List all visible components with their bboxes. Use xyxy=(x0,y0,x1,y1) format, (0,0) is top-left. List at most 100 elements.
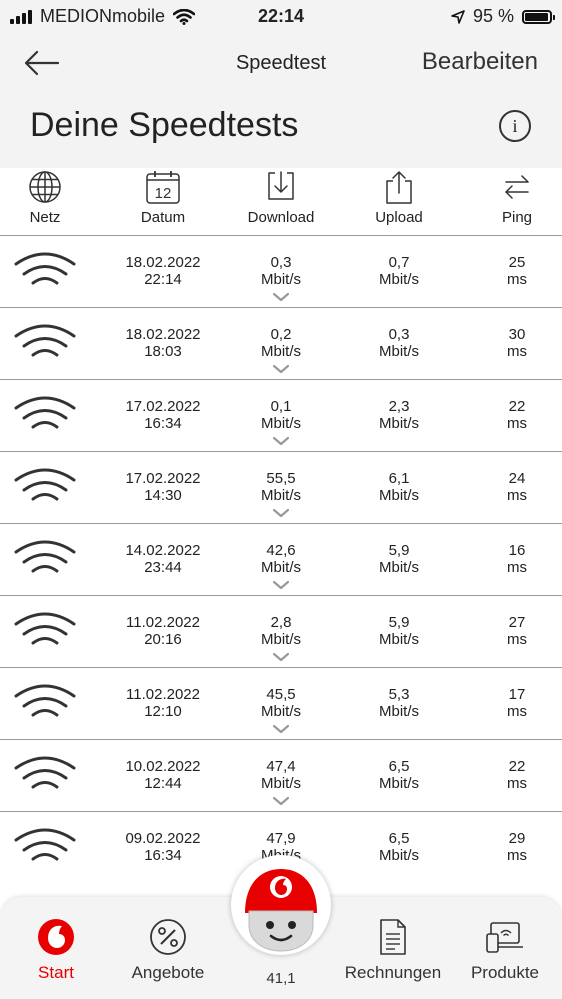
date-cell: 18.02.2022 22:14 xyxy=(108,254,218,288)
download-value: 47,4 xyxy=(266,758,296,775)
info-icon[interactable]: i xyxy=(499,110,531,142)
download-value: 0,2 xyxy=(270,326,292,343)
ping-unit: ms xyxy=(507,271,527,288)
download-unit: Mbit/s xyxy=(260,343,301,360)
ping-unit: ms xyxy=(507,631,527,648)
tab-label-start: Start xyxy=(38,963,74,982)
status-bar: MEDIONmobile 22:14 95 % xyxy=(0,0,562,34)
wifi-cell xyxy=(14,538,76,587)
speedtest-row[interactable]: 18.02.2022 18:03 0,2 Mbit/s 0,3 Mbit/s 30 ms xyxy=(0,307,562,379)
column-download: Download xyxy=(225,168,337,226)
upload-icon xyxy=(386,171,412,204)
chevron-down-icon[interactable] xyxy=(272,436,290,446)
upload-cell: 6,5 Mbit/s xyxy=(343,830,455,864)
time-value: 16:34 xyxy=(144,847,182,864)
download-unit: Mbit/s xyxy=(260,703,301,720)
chevron-down-icon[interactable] xyxy=(272,796,290,806)
column-label-upload: Upload xyxy=(375,209,423,226)
download-cell: 0,3 Mbit/s xyxy=(225,254,337,288)
status-right: 95 % xyxy=(451,6,555,27)
time-value: 12:44 xyxy=(144,775,182,792)
ping-value: 17 xyxy=(508,686,526,703)
column-date: 12 Datum xyxy=(107,168,219,226)
upload-value: 5,9 xyxy=(388,614,410,631)
chevron-down-icon[interactable] xyxy=(272,580,290,590)
chevron-down-icon[interactable] xyxy=(272,364,290,374)
upload-cell: 0,7 Mbit/s xyxy=(343,254,455,288)
mascot-icon xyxy=(245,869,317,952)
speedtest-mascot-button[interactable] xyxy=(231,855,331,955)
speedtest-row[interactable]: 11.02.2022 12:10 45,5 Mbit/s 5,3 Mbit/s 17 ms xyxy=(0,667,562,739)
download-value: 2,8 xyxy=(270,614,292,631)
wifi-cell xyxy=(14,826,76,875)
ping-cell: 24 ms xyxy=(461,470,562,504)
upload-unit: Mbit/s xyxy=(378,775,419,792)
date-value: 10.02.2022 xyxy=(125,758,201,775)
column-label-network: Netz xyxy=(29,209,61,226)
date-value: 09.02.2022 xyxy=(125,830,201,847)
wifi-cell xyxy=(14,754,76,803)
ping-value: 29 xyxy=(508,830,526,847)
speedtest-row[interactable]: 18.02.2022 22:14 0,3 Mbit/s 0,7 Mbit/s 25 ms xyxy=(0,235,562,307)
wifi-icon xyxy=(14,324,76,357)
wifi-cell xyxy=(14,682,76,731)
header: Speedtest Bearbeiten Deine Speedtests i xyxy=(0,34,562,168)
ping-value: 22 xyxy=(508,758,526,775)
download-unit: Mbit/s xyxy=(260,487,301,504)
upload-unit: Mbit/s xyxy=(378,703,419,720)
edit-button[interactable]: Bearbeiten xyxy=(422,48,538,76)
speedtest-row[interactable]: 11.02.2022 20:16 2,8 Mbit/s 5,9 Mbit/s 27 ms xyxy=(0,595,562,667)
ping-unit: ms xyxy=(507,415,527,432)
download-value: 55,5 xyxy=(266,470,296,487)
chevron-down-icon[interactable] xyxy=(272,508,290,518)
date-cell: 09.02.2022 16:34 xyxy=(108,830,218,864)
column-network: Netz xyxy=(0,168,101,226)
chevron-down-icon[interactable] xyxy=(272,652,290,662)
wifi-cell xyxy=(14,394,76,443)
upload-value: 0,7 xyxy=(388,254,410,271)
speedtest-row[interactable]: 14.02.2022 23:44 42,6 Mbit/s 5,9 Mbit/s 16 ms xyxy=(0,523,562,595)
upload-unit: Mbit/s xyxy=(378,343,419,360)
download-value: 47,9 xyxy=(266,830,296,847)
battery-percent: 95 % xyxy=(472,6,514,26)
vodafone-logo-icon xyxy=(38,919,74,955)
download-cell: 0,1 Mbit/s xyxy=(225,398,337,432)
speedtest-row[interactable]: 17.02.2022 14:30 55,5 Mbit/s 6,1 Mbit/s 24 ms xyxy=(0,451,562,523)
tab-products[interactable]: Produkte xyxy=(449,917,561,983)
upload-cell: 6,1 Mbit/s xyxy=(343,470,455,504)
chevron-down-icon[interactable] xyxy=(272,724,290,734)
ping-cell: 17 ms xyxy=(461,686,562,720)
speedtest-row[interactable]: 10.02.2022 12:44 47,4 Mbit/s 6,5 Mbit/s 22 ms xyxy=(0,739,562,811)
date-cell: 17.02.2022 16:34 xyxy=(108,398,218,432)
upload-value: 5,3 xyxy=(388,686,410,703)
upload-cell: 5,9 Mbit/s xyxy=(343,614,455,648)
tab-invoices[interactable]: Rechnungen xyxy=(337,917,449,983)
download-cell: 45,5 Mbit/s xyxy=(225,686,337,720)
upload-value: 6,5 xyxy=(388,758,410,775)
invoice-icon xyxy=(380,919,406,955)
ping-unit: ms xyxy=(507,559,527,576)
upload-cell: 0,3 Mbit/s xyxy=(343,326,455,360)
ping-value: 24 xyxy=(508,470,526,487)
ping-cell: 22 ms xyxy=(461,758,562,792)
wifi-cell xyxy=(14,610,76,659)
download-value: 0,3 xyxy=(270,254,292,271)
date-cell: 11.02.2022 12:10 xyxy=(108,686,218,720)
upload-cell: 5,9 Mbit/s xyxy=(343,542,455,576)
wifi-icon xyxy=(14,540,76,573)
speedtest-row[interactable]: 17.02.2022 16:34 0,1 Mbit/s 2,3 Mbit/s 22 ms xyxy=(0,379,562,451)
date-value: 11.02.2022 xyxy=(126,686,200,703)
chevron-down-icon[interactable] xyxy=(272,292,290,302)
ping-value: 30 xyxy=(508,326,526,343)
percent-icon xyxy=(150,919,186,955)
tab-start[interactable]: Start xyxy=(0,917,112,983)
mascot-label: 41,1 xyxy=(266,970,296,987)
tab-label-products: Produkte xyxy=(470,963,540,982)
devices-icon xyxy=(486,922,523,953)
time-value: 20:16 xyxy=(144,631,182,648)
download-cell: 42,6 Mbit/s xyxy=(225,542,337,576)
date-cell: 11.02.2022 20:16 xyxy=(108,614,218,648)
upload-unit: Mbit/s xyxy=(378,487,419,504)
tab-offers[interactable]: Angebote xyxy=(112,917,224,983)
upload-cell: 2,3 Mbit/s xyxy=(343,398,455,432)
